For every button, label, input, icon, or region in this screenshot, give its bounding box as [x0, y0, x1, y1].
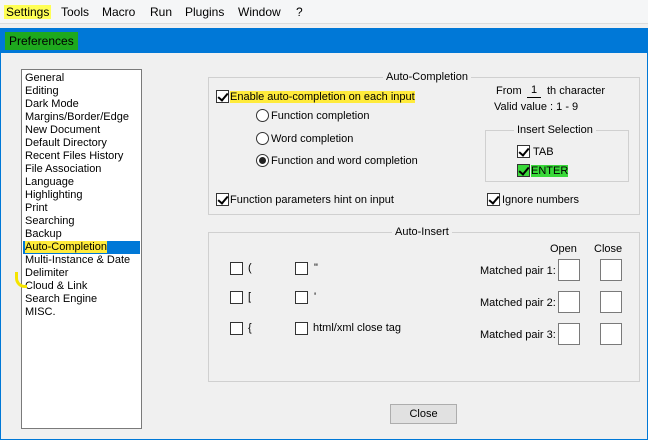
function-word-completion-radio[interactable]: [256, 154, 269, 167]
insert-selection-group: Insert Selection TAB ENTER: [485, 123, 629, 182]
menu-settings[interactable]: Settings: [4, 4, 52, 20]
pair-2-open-input[interactable]: [558, 291, 580, 313]
valid-value-label: Valid value : 1 - 9: [494, 101, 579, 113]
dialog-title: Preferences: [5, 32, 78, 50]
enable-auto-completion-label[interactable]: Enable auto-completion on each input: [230, 90, 415, 104]
close-column-label: Close: [594, 243, 623, 255]
menu-tools[interactable]: Tools: [61, 4, 89, 20]
function-hint-label[interactable]: Function parameters hint on input: [230, 193, 394, 207]
ignore-numbers-checkbox[interactable]: [487, 193, 500, 206]
enable-auto-completion-checkbox[interactable]: [216, 90, 229, 103]
category-search-engine[interactable]: Search Engine: [25, 293, 97, 306]
function-completion-radio[interactable]: [256, 109, 269, 122]
insert-selection-title: Insert Selection: [514, 123, 596, 137]
category-misc[interactable]: MISC.: [25, 306, 56, 319]
function-completion-label[interactable]: Function completion: [271, 109, 369, 123]
category-list[interactable]: General Editing Dark Mode Margins/Border…: [21, 69, 142, 429]
matched-pair-1-label: Matched pair 1:: [480, 265, 556, 277]
category-general[interactable]: General: [25, 72, 64, 85]
from-label: From: [496, 85, 522, 97]
pair-3-open-input[interactable]: [558, 323, 580, 345]
menu-window[interactable]: Window: [238, 4, 281, 20]
matched-pair-2-label: Matched pair 2:: [480, 297, 556, 309]
category-dark-mode[interactable]: Dark Mode: [25, 98, 79, 111]
single-quote-checkbox[interactable]: [295, 291, 308, 304]
pair-1-open-input[interactable]: [558, 259, 580, 281]
category-recent-files[interactable]: Recent Files History: [25, 150, 123, 163]
pair-2-close-input[interactable]: [600, 291, 622, 313]
html-close-tag-label[interactable]: html/xml close tag: [313, 321, 401, 335]
word-completion-label[interactable]: Word completion: [271, 132, 353, 146]
single-quote-label[interactable]: ': [314, 290, 316, 304]
pair-1-close-input[interactable]: [600, 259, 622, 281]
category-default-directory[interactable]: Default Directory: [25, 137, 107, 150]
menu-run[interactable]: Run: [150, 4, 172, 20]
category-cloud-link[interactable]: Cloud & Link: [25, 280, 87, 293]
open-column-label: Open: [550, 243, 577, 255]
enter-text: ENTER: [531, 165, 569, 177]
double-quote-label[interactable]: ": [314, 261, 318, 275]
auto-completion-title: Auto-Completion: [383, 70, 471, 84]
word-completion-radio[interactable]: [256, 132, 269, 145]
function-word-completion-label[interactable]: Function and word completion: [271, 154, 418, 168]
category-auto-completion[interactable]: Auto-Completion: [23, 241, 140, 254]
menu-settings-label: Settings: [4, 5, 52, 19]
title-bar: Preferences: [1, 29, 647, 53]
brace-label[interactable]: {: [248, 321, 252, 335]
bracket-label[interactable]: [: [248, 290, 251, 304]
category-language[interactable]: Language: [25, 176, 74, 189]
ignore-numbers-label[interactable]: Ignore numbers: [502, 193, 579, 207]
highlight-marker: [15, 272, 27, 288]
double-quote-checkbox[interactable]: [295, 262, 308, 275]
auto-insert-title: Auto-Insert: [392, 225, 452, 239]
paren-checkbox[interactable]: [230, 262, 243, 275]
pair-3-close-input[interactable]: [600, 323, 622, 345]
brace-checkbox[interactable]: [230, 322, 243, 335]
close-button[interactable]: Close: [390, 404, 457, 424]
category-auto-completion-label: Auto-Completion: [25, 241, 107, 253]
category-margins[interactable]: Margins/Border/Edge: [25, 111, 129, 124]
function-hint-checkbox[interactable]: [216, 193, 229, 206]
paren-label[interactable]: (: [248, 261, 252, 275]
menu-bar: Settings Tools Macro Run Plugins Window …: [0, 0, 648, 24]
category-new-document[interactable]: New Document: [25, 124, 100, 137]
auto-completion-group: Auto-Completion Enable auto-completion o…: [208, 70, 640, 215]
from-character-input[interactable]: 1: [527, 83, 541, 98]
category-editing[interactable]: Editing: [25, 85, 59, 98]
menu-plugins[interactable]: Plugins: [185, 4, 224, 20]
category-print[interactable]: Print: [25, 202, 48, 215]
th-character-label: th character: [547, 85, 606, 97]
menu-help[interactable]: ?: [296, 4, 303, 20]
category-backup[interactable]: Backup: [25, 228, 62, 241]
tab-label[interactable]: TAB: [533, 145, 554, 159]
category-file-association[interactable]: File Association: [25, 163, 101, 176]
category-highlighting[interactable]: Highlighting: [25, 189, 82, 202]
category-searching[interactable]: Searching: [25, 215, 75, 228]
enter-label[interactable]: ENTER: [531, 164, 569, 178]
bracket-checkbox[interactable]: [230, 291, 243, 304]
enter-checkbox[interactable]: [517, 164, 530, 177]
category-delimiter[interactable]: Delimiter: [25, 267, 68, 280]
menu-macro[interactable]: Macro: [102, 4, 135, 20]
matched-pair-3-label: Matched pair 3:: [480, 329, 556, 341]
category-multi-instance[interactable]: Multi-Instance & Date: [25, 254, 130, 267]
html-close-tag-checkbox[interactable]: [295, 322, 308, 335]
preferences-dialog: Preferences General Editing Dark Mode Ma…: [0, 28, 648, 440]
tab-checkbox[interactable]: [517, 145, 530, 158]
enable-auto-completion-text: Enable auto-completion on each input: [230, 91, 415, 103]
auto-insert-group: Auto-Insert ( [ { " ' html/xml close tag…: [208, 225, 640, 382]
